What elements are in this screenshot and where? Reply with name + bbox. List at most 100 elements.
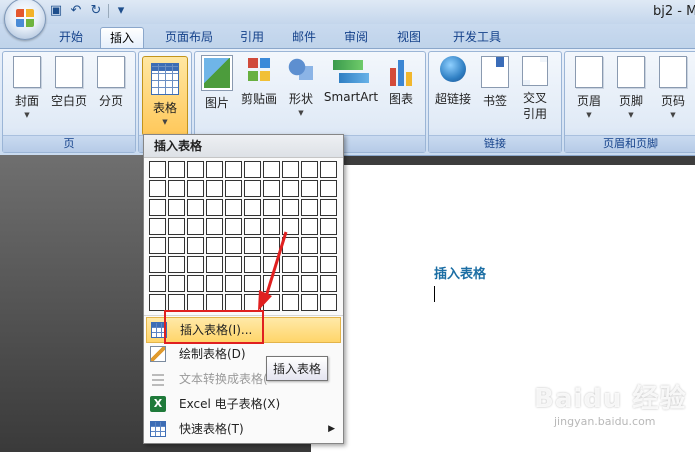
bookmark-button[interactable]: 书签 — [477, 56, 513, 109]
table-grid-cell[interactable] — [301, 161, 318, 178]
header-button[interactable]: 页眉 ▼ — [569, 56, 609, 119]
table-grid-cell[interactable] — [225, 275, 242, 292]
table-grid-cell[interactable] — [149, 161, 166, 178]
document-heading[interactable]: 插入表格 — [434, 263, 486, 282]
table-grid-cell[interactable] — [282, 218, 299, 235]
table-grid-cell[interactable] — [206, 218, 223, 235]
table-grid-cell[interactable] — [320, 256, 337, 273]
cover-page-button[interactable]: 封面 ▼ — [9, 56, 45, 119]
table-grid-cell[interactable] — [206, 161, 223, 178]
table-grid-cell[interactable] — [187, 275, 204, 292]
table-grid-cell[interactable] — [244, 180, 261, 197]
tab-home[interactable]: 开始 — [52, 27, 90, 48]
table-grid-cell[interactable] — [320, 275, 337, 292]
table-grid-cell[interactable] — [149, 275, 166, 292]
table-grid-cell[interactable] — [187, 237, 204, 254]
tab-page-layout[interactable]: 页面布局 — [158, 27, 220, 48]
table-grid-cell[interactable] — [149, 256, 166, 273]
table-grid-cell[interactable] — [225, 218, 242, 235]
table-grid-cell[interactable] — [320, 161, 337, 178]
table-grid-cell[interactable] — [244, 237, 261, 254]
table-grid-cell[interactable] — [149, 294, 166, 311]
table-grid-cell[interactable] — [187, 180, 204, 197]
tab-developer[interactable]: 开发工具 — [444, 27, 510, 48]
table-grid-cell[interactable] — [168, 294, 185, 311]
table-grid-cell[interactable] — [263, 256, 280, 273]
table-grid-cell[interactable] — [168, 275, 185, 292]
table-grid-cell[interactable] — [225, 237, 242, 254]
table-grid-cell[interactable] — [301, 237, 318, 254]
table-grid-cell[interactable] — [301, 199, 318, 216]
table-grid-cell[interactable] — [282, 199, 299, 216]
hyperlink-button[interactable]: 超链接 — [431, 56, 475, 107]
picture-button[interactable]: 图片 — [199, 56, 235, 111]
footer-button[interactable]: 页脚 ▼ — [611, 56, 651, 119]
table-grid-cell[interactable] — [282, 237, 299, 254]
table-grid-cell[interactable] — [320, 294, 337, 311]
table-grid-cell[interactable] — [244, 275, 261, 292]
cross-reference-button[interactable]: 交叉引用 — [517, 56, 553, 122]
table-grid-cell[interactable] — [263, 161, 280, 178]
table-grid-cell[interactable] — [225, 294, 242, 311]
table-grid-cell[interactable] — [263, 237, 280, 254]
table-grid-cell[interactable] — [187, 161, 204, 178]
table-grid-cell[interactable] — [225, 180, 242, 197]
redo-icon[interactable]: ↻ — [88, 3, 104, 19]
tab-review[interactable]: 审阅 — [338, 27, 374, 48]
table-grid-cell[interactable] — [320, 218, 337, 235]
table-grid-cell[interactable] — [149, 180, 166, 197]
tab-insert[interactable]: 插入 — [100, 27, 144, 49]
table-grid-cell[interactable] — [206, 294, 223, 311]
table-grid-cell[interactable] — [282, 256, 299, 273]
table-grid-cell[interactable] — [282, 294, 299, 311]
table-grid-cell[interactable] — [244, 199, 261, 216]
table-grid-cell[interactable] — [149, 199, 166, 216]
table-grid-cell[interactable] — [149, 237, 166, 254]
table-grid-cell[interactable] — [301, 256, 318, 273]
page-break-button[interactable]: 分页 — [93, 56, 129, 109]
table-grid-cell[interactable] — [168, 237, 185, 254]
table-grid-cell[interactable] — [263, 218, 280, 235]
table-button[interactable]: 表格 ▼ — [142, 56, 188, 136]
tab-references[interactable]: 引用 — [234, 27, 270, 48]
undo-icon[interactable]: ↶ — [68, 3, 84, 19]
table-grid-cell[interactable] — [187, 218, 204, 235]
table-grid-cell[interactable] — [320, 237, 337, 254]
menu-item-quick-tables[interactable]: 快速表格(T) ▶ — [146, 417, 341, 441]
table-grid-cell[interactable] — [206, 237, 223, 254]
table-grid-cell[interactable] — [282, 161, 299, 178]
table-grid-cell[interactable] — [301, 218, 318, 235]
table-grid-cell[interactable] — [263, 294, 280, 311]
table-grid-cell[interactable] — [206, 275, 223, 292]
blank-page-button[interactable]: 空白页 — [48, 56, 90, 109]
table-grid-cell[interactable] — [301, 180, 318, 197]
table-grid-cell[interactable] — [244, 161, 261, 178]
office-button[interactable] — [4, 0, 46, 40]
table-grid-cell[interactable] — [168, 218, 185, 235]
shapes-button[interactable]: 形状 ▼ — [283, 56, 319, 117]
table-grid-cell[interactable] — [187, 199, 204, 216]
table-grid-cell[interactable] — [168, 256, 185, 273]
table-grid-cell[interactable] — [149, 218, 166, 235]
table-grid-cell[interactable] — [301, 294, 318, 311]
page-number-button[interactable]: 页码 ▼ — [653, 56, 693, 119]
table-grid-cell[interactable] — [187, 256, 204, 273]
table-size-grid[interactable] — [149, 161, 339, 311]
table-grid-cell[interactable] — [282, 275, 299, 292]
table-grid-cell[interactable] — [282, 180, 299, 197]
table-grid-cell[interactable] — [320, 180, 337, 197]
clip-art-button[interactable]: 剪贴画 — [237, 56, 281, 107]
table-grid-cell[interactable] — [263, 199, 280, 216]
table-grid-cell[interactable] — [225, 256, 242, 273]
tab-mailings[interactable]: 邮件 — [286, 27, 322, 48]
menu-item-excel-spreadsheet[interactable]: Excel 电子表格(X) — [146, 392, 341, 416]
table-grid-cell[interactable] — [301, 275, 318, 292]
customize-icon[interactable]: ▾ — [113, 3, 129, 19]
table-grid-cell[interactable] — [168, 199, 185, 216]
table-grid-cell[interactable] — [225, 199, 242, 216]
table-grid-cell[interactable] — [187, 294, 204, 311]
table-grid-cell[interactable] — [206, 199, 223, 216]
table-grid-cell[interactable] — [244, 218, 261, 235]
table-grid-cell[interactable] — [263, 180, 280, 197]
table-grid-cell[interactable] — [168, 180, 185, 197]
